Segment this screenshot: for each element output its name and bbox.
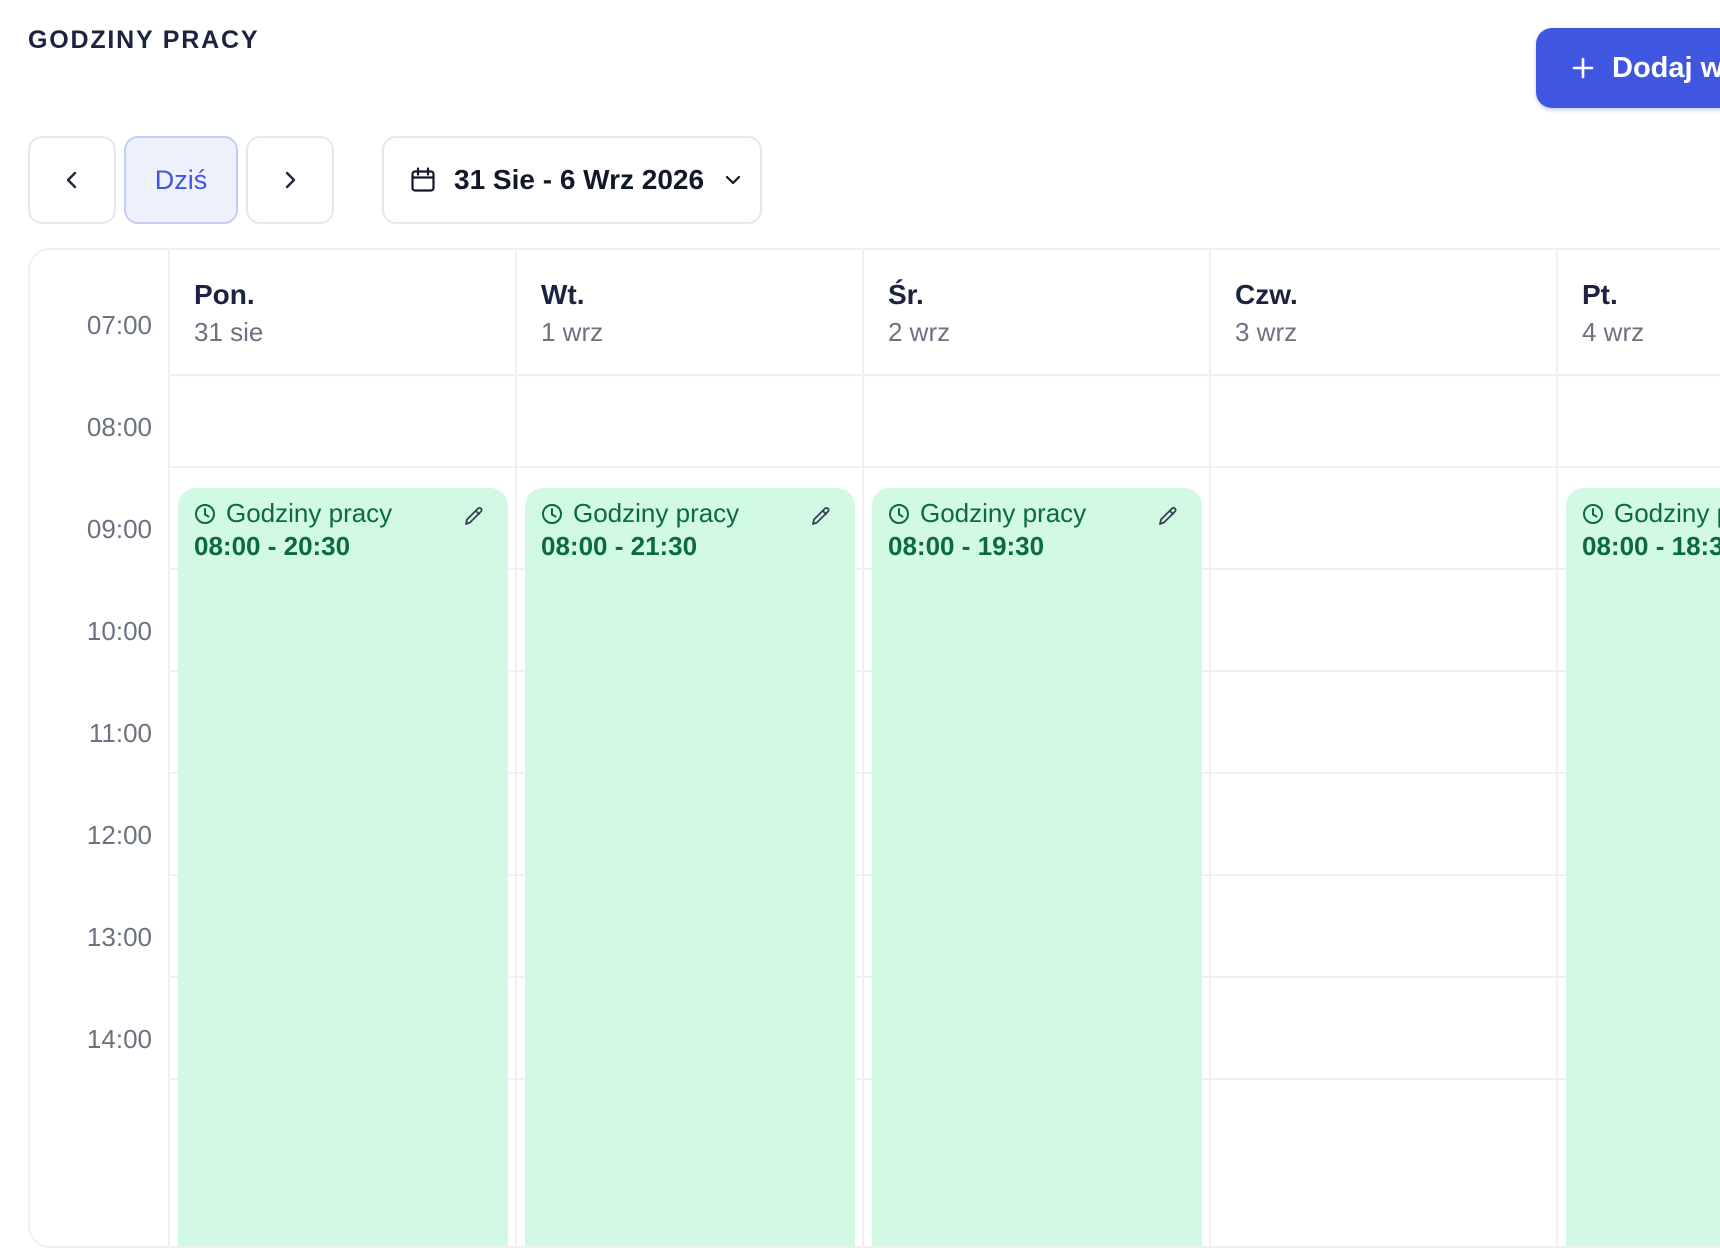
clock-icon <box>542 503 562 524</box>
day-column-friday[interactable]: Pt. 4 wrz Godziny pracy 08:00 - 18:30 <box>1558 250 1720 1246</box>
time-label: 07:00 <box>86 310 152 340</box>
event-time: 08:00 - 19:30 <box>888 531 1045 562</box>
day-date: 31 sie <box>194 316 264 347</box>
time-label: 10:00 <box>86 616 152 646</box>
clock-icon <box>1583 503 1603 524</box>
event-time: 08:00 - 18:30 <box>1582 531 1720 562</box>
day-header: Pon. 31 sie <box>194 279 264 348</box>
event-time: 08:00 - 20:30 <box>194 531 351 562</box>
work-hours-event[interactable]: Godziny pracy 08:00 - 20:30 <box>178 488 508 1246</box>
event-title: Godziny pracy <box>1614 498 1720 528</box>
time-column: 07:00 08:00 09:00 10:00 11:00 12:00 13:0… <box>30 250 170 1246</box>
day-name: Czw. <box>1235 279 1298 310</box>
day-header: Śr. 2 wrz <box>888 279 951 348</box>
clock-icon <box>195 503 215 524</box>
pencil-icon[interactable] <box>1156 504 1180 528</box>
day-header: Czw. 3 wrz <box>1235 279 1298 348</box>
pencil-icon[interactable] <box>462 504 486 528</box>
work-hours-event[interactable]: Godziny pracy 08:00 - 18:30 <box>1566 488 1720 1246</box>
event-title: Godziny pracy <box>920 498 1087 528</box>
clock-icon <box>889 503 909 524</box>
day-column-thursday[interactable]: Czw. 3 wrz <box>1211 250 1558 1246</box>
time-label: 09:00 <box>86 514 152 544</box>
time-label: 11:00 <box>88 718 152 748</box>
date-range-picker[interactable]: 31 Sie - 6 Wrz 2026 <box>382 136 762 224</box>
calendar-icon <box>411 167 435 192</box>
day-column-wednesday[interactable]: Śr. 2 wrz Godziny pracy 08:00 - 19:30 <box>864 250 1211 1246</box>
date-range-label: 31 Sie - 6 Wrz 2026 <box>454 164 705 195</box>
chevron-right-icon <box>285 171 296 189</box>
work-hours-event[interactable]: Godziny pracy 08:00 - 19:30 <box>872 488 1202 1246</box>
previous-week-button[interactable] <box>28 136 116 224</box>
today-button[interactable]: Dziś <box>124 136 238 224</box>
time-label: 14:00 <box>86 1024 152 1054</box>
day-header: Pt. 4 wrz <box>1582 279 1645 348</box>
page-title: GODZINY PRACY <box>28 26 260 54</box>
chevron-down-icon <box>725 175 741 185</box>
event-time: 08:00 - 21:30 <box>541 531 698 562</box>
pencil-icon[interactable] <box>809 504 833 528</box>
day-name: Pt. <box>1582 279 1618 310</box>
week-calendar: 07:00 08:00 09:00 10:00 11:00 12:00 13:0… <box>28 248 1720 1248</box>
time-label: 08:00 <box>86 412 152 442</box>
day-name: Pon. <box>194 279 255 310</box>
next-week-button[interactable] <box>246 136 334 224</box>
time-label: 12:00 <box>86 820 152 850</box>
add-entry-label: Dodaj wpis <box>1612 51 1720 84</box>
chevron-left-icon <box>66 171 77 189</box>
plus-icon <box>1572 57 1594 79</box>
work-hours-event[interactable]: Godziny pracy 08:00 - 21:30 <box>525 488 855 1246</box>
day-name: Śr. <box>888 279 924 310</box>
time-label: 13:00 <box>86 922 152 952</box>
day-name: Wt. <box>541 279 585 310</box>
event-title: Godziny pracy <box>226 498 393 528</box>
day-header: Wt. 1 wrz <box>541 279 604 348</box>
day-column-tuesday[interactable]: Wt. 1 wrz Godziny pracy 08:00 - 21:30 <box>517 250 864 1246</box>
day-date: 4 wrz <box>1582 316 1645 347</box>
add-entry-button[interactable]: Dodaj wpis <box>1536 28 1720 108</box>
event-title: Godziny pracy <box>573 498 740 528</box>
day-column-monday[interactable]: Pon. 31 sie Godziny pracy 08:00 - 20:30 <box>170 250 517 1246</box>
day-date: 3 wrz <box>1235 316 1298 347</box>
day-date: 2 wrz <box>888 316 951 347</box>
day-date: 1 wrz <box>541 316 604 347</box>
